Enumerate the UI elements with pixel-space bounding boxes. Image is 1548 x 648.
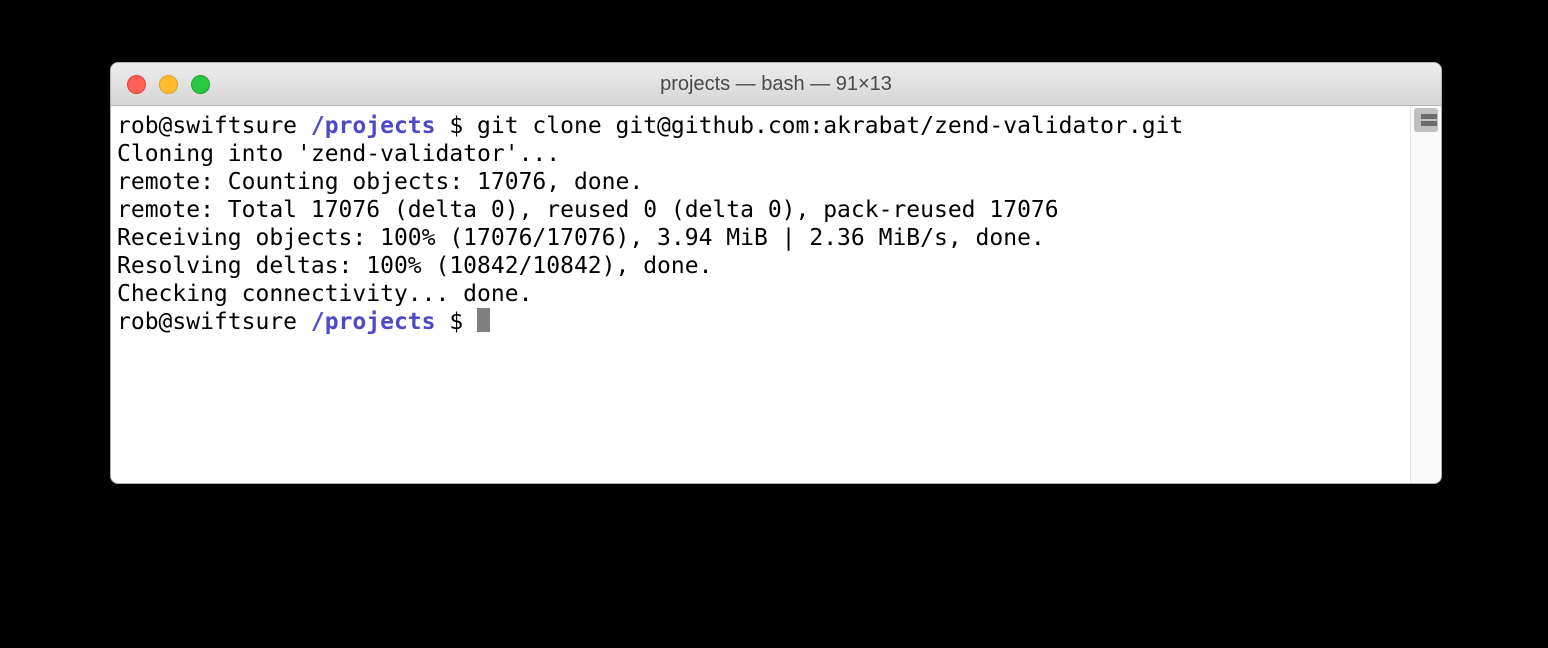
prompt-symbol: $ — [436, 113, 478, 139]
scrollbar-track[interactable] — [1410, 106, 1441, 484]
prompt-symbol: $ — [436, 309, 478, 335]
command-text: git clone git@github.com:akrabat/zend-va… — [477, 113, 1183, 139]
cursor-icon — [477, 308, 490, 332]
output-line: remote: Total 17076 (delta 0), reused 0 … — [117, 197, 1059, 223]
prompt-path: /projects — [311, 113, 436, 139]
minimize-icon[interactable] — [159, 75, 178, 94]
lines-icon — [1421, 114, 1437, 126]
window-title: projects — bash — 91×13 — [111, 73, 1441, 96]
output-line: Checking connectivity... done. — [117, 281, 532, 307]
window-titlebar[interactable]: projects — bash — 91×13 — [111, 63, 1441, 106]
zoom-icon[interactable] — [191, 75, 210, 94]
terminal-window: projects — bash — 91×13 rob@swiftsure /p… — [110, 62, 1442, 484]
prompt-path: /projects — [311, 309, 436, 335]
traffic-lights — [111, 75, 210, 94]
output-line: Cloning into 'zend-validator'... — [117, 141, 560, 167]
prompt-userhost: rob@swiftsure — [117, 309, 311, 335]
output-line: Resolving deltas: 100% (10842/10842), do… — [117, 253, 712, 279]
prompt-userhost: rob@swiftsure — [117, 113, 311, 139]
output-line: remote: Counting objects: 17076, done. — [117, 169, 643, 195]
close-icon[interactable] — [127, 75, 146, 94]
terminal-output[interactable]: rob@swiftsure /projects $ git clone git@… — [111, 106, 1410, 484]
output-line: Receiving objects: 100% (17076/17076), 3… — [117, 225, 1045, 251]
scrollbar-thumb[interactable] — [1414, 108, 1438, 132]
